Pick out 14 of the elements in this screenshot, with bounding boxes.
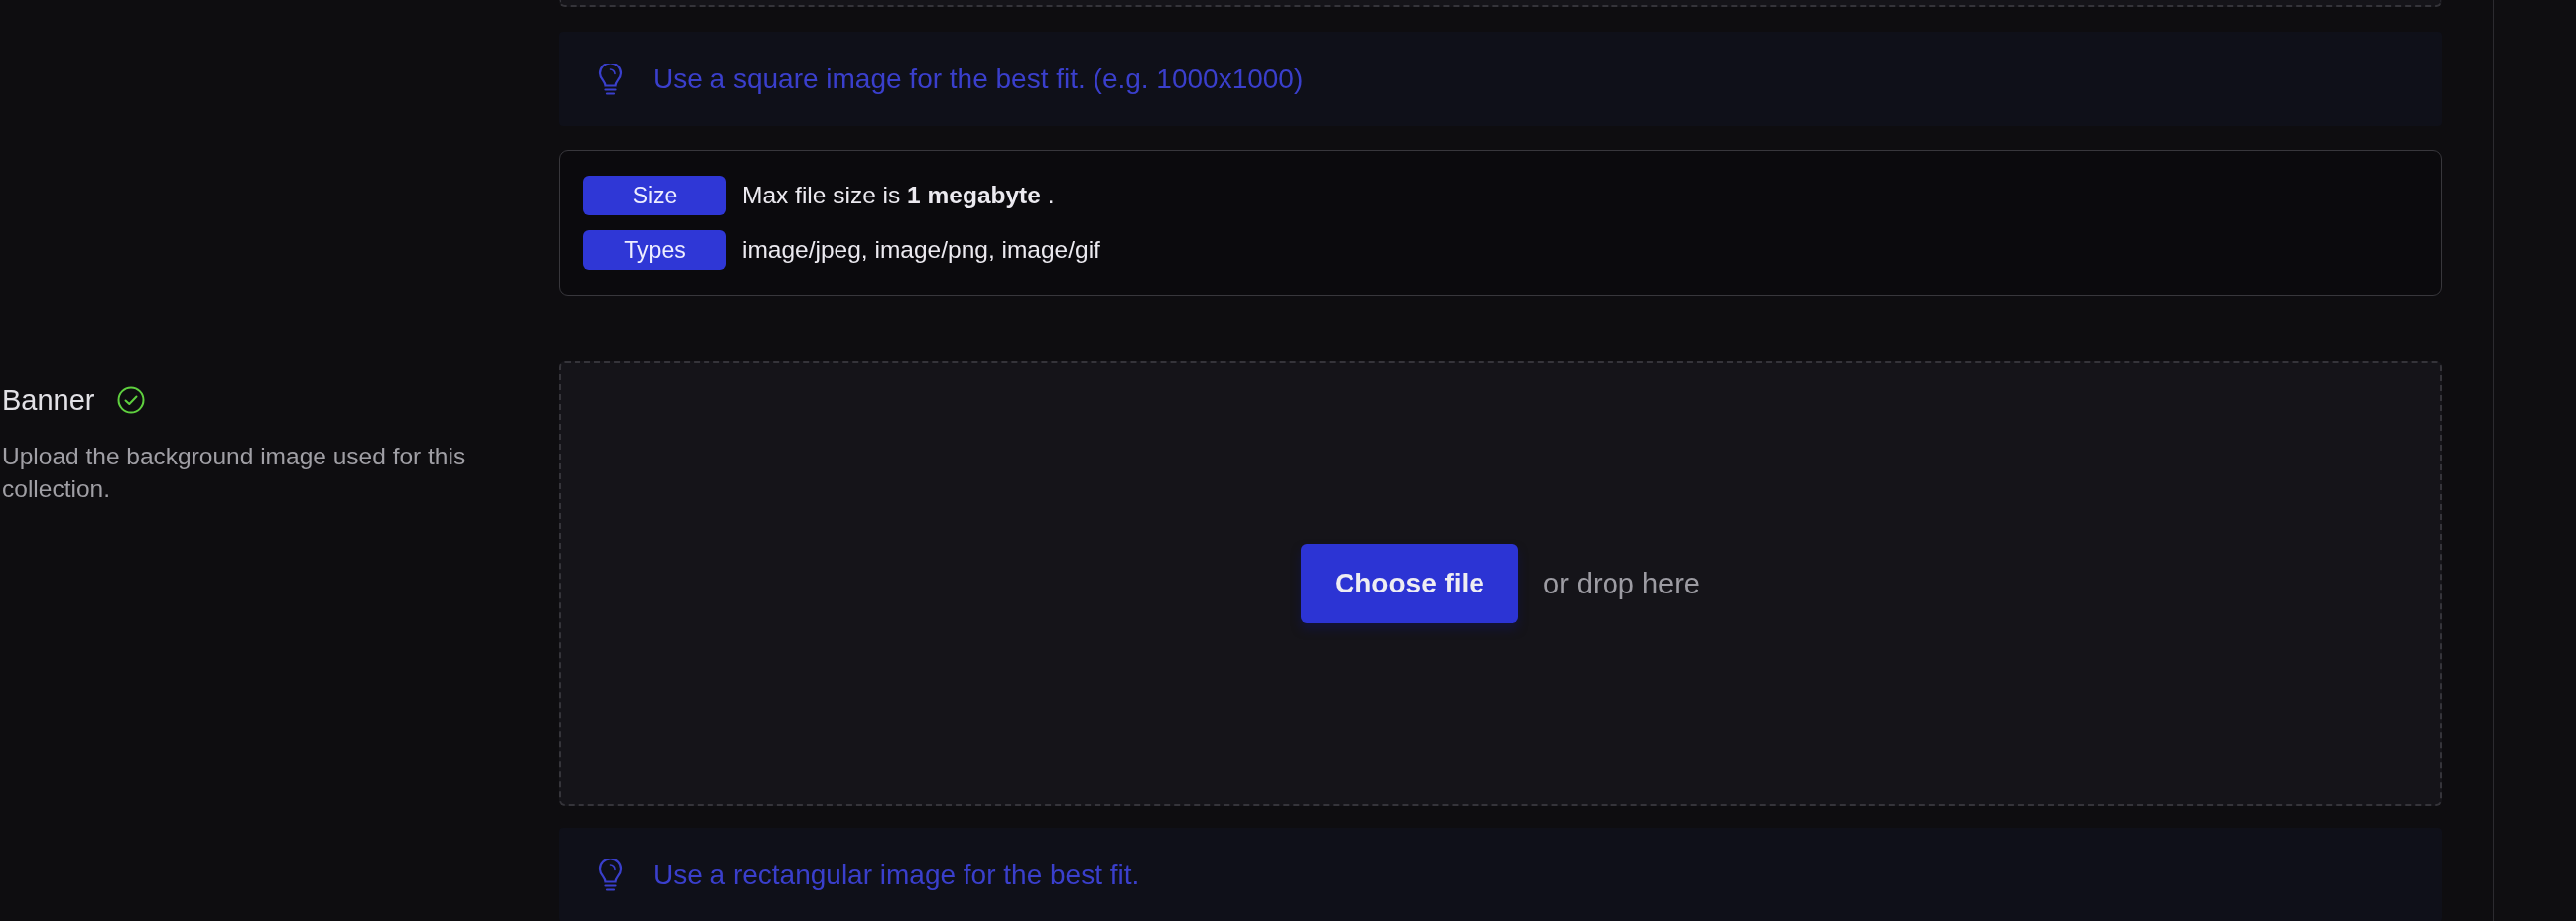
field-description: Upload the background image used for this collection. <box>2 442 467 504</box>
requirement-tag: Types <box>583 230 726 270</box>
requirement-text: image/jpeg, image/png, image/gif <box>742 236 1100 264</box>
drop-hint-text: or drop here <box>1543 567 1700 600</box>
lightbulb-icon <box>598 63 623 95</box>
upload-dropzone[interactable] <box>559 0 2442 7</box>
choose-file-button[interactable]: Choose file <box>1301 544 1518 623</box>
field-title: Banner <box>2 383 95 417</box>
upload-dropzone[interactable]: Choose file or drop here <box>559 361 2442 806</box>
requirement-text: Max file size is 1 megabyte . <box>742 182 1055 209</box>
tip-text: Use a rectangular image for the best fit. <box>653 858 1140 891</box>
requirement-tag: Size <box>583 176 726 215</box>
tip-text: Use a square image for the best fit. (e.g. 1000x1000) <box>653 63 1304 95</box>
lightbulb-icon <box>598 858 623 891</box>
